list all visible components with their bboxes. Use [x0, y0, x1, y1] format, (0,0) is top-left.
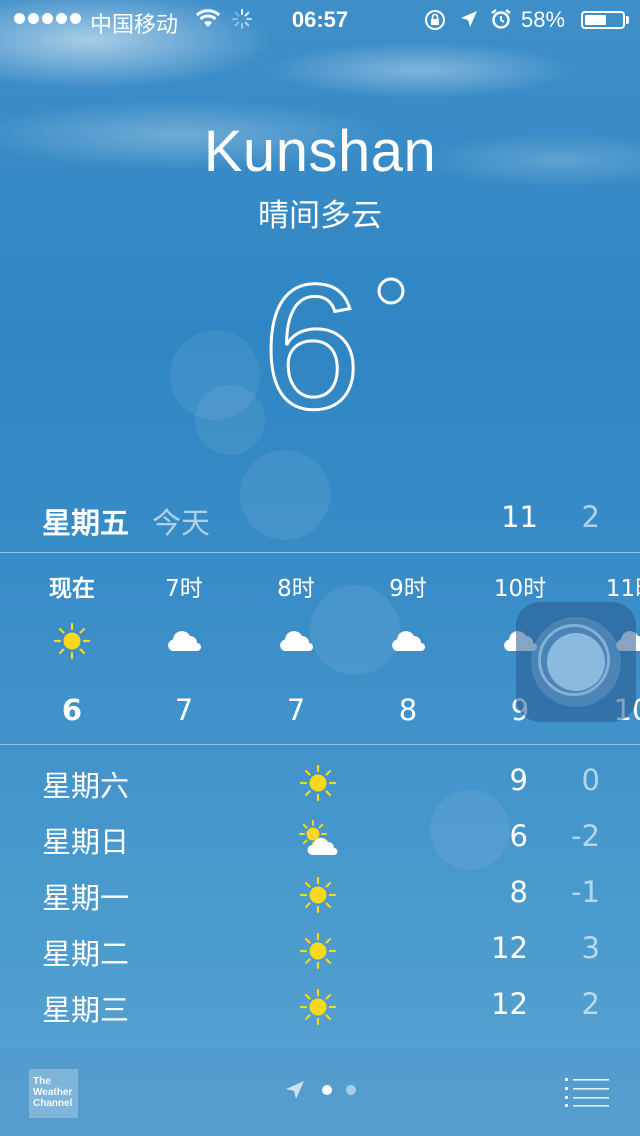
- daily-forecast-row: 星期一 8 -1: [0, 865, 640, 921]
- day-name: 星期三: [42, 993, 130, 1027]
- day-low: -2: [571, 819, 600, 853]
- cloud-icon: [276, 621, 316, 661]
- sun-icon: [298, 763, 342, 803]
- day-low: 2: [581, 987, 600, 1021]
- weather-channel-logo-text: The Weather Channel: [33, 1076, 73, 1109]
- hourly-item: 8时 7: [246, 553, 346, 743]
- hourly-time-label: 9时: [389, 576, 427, 602]
- day-low: -1: [571, 875, 600, 909]
- day-high: 9: [509, 763, 528, 797]
- page-indicator-dot[interactable]: [346, 1085, 356, 1095]
- day-high: 12: [491, 987, 528, 1021]
- hourly-time-label: 10时: [493, 576, 547, 602]
- sun-icon: [298, 931, 342, 971]
- hourly-time-label: 11时: [605, 576, 640, 602]
- hourly-temperature: 6: [61, 693, 83, 727]
- weather-screen: 中国移动 06:57 58% Kunshan 晴间多云 6 星期五 今天 11 …: [0, 0, 640, 1136]
- today-low: 2: [581, 500, 600, 534]
- day-low: 3: [581, 931, 600, 965]
- weather-channel-logo[interactable]: The Weather Channel: [29, 1069, 78, 1118]
- battery-icon: [581, 11, 625, 29]
- svg-text:6: 6: [262, 248, 361, 438]
- page-indicator-dot-active[interactable]: [322, 1085, 332, 1095]
- day-name: 星期六: [42, 769, 130, 803]
- daily-forecast-list[interactable]: 星期六 9 0 星期日 6 -2 星期一 8 -1 星期二 12 3 星期三 12 2: [0, 753, 640, 1033]
- current-temperature-glyph: 6: [261, 248, 405, 438]
- day-name: 星期二: [42, 937, 130, 971]
- day-name: 星期一: [42, 881, 130, 915]
- location-arrow-icon: [286, 1081, 304, 1099]
- orientation-lock-icon: [425, 10, 445, 30]
- sun-icon: [298, 875, 342, 915]
- location-arrow-icon: [461, 11, 477, 27]
- battery-percent: 58%: [521, 7, 566, 32]
- sun-icon: [298, 987, 342, 1027]
- today-high: 11: [501, 500, 538, 534]
- hourly-temperature: 7: [174, 693, 194, 727]
- hourly-temperature: 8: [398, 693, 418, 727]
- status-bar: 中国移动 06:57 58%: [0, 0, 640, 40]
- hourly-time-label: 8时: [277, 576, 315, 602]
- sun-icon: [52, 621, 92, 661]
- assistive-touch-core: [547, 633, 605, 691]
- daily-forecast-row: 星期六 9 0: [0, 753, 640, 809]
- today-day-name: 星期五: [42, 506, 130, 540]
- battery-level-fill: [585, 15, 606, 25]
- assistive-touch-button[interactable]: [516, 602, 636, 722]
- partly-cloudy-icon: [298, 819, 342, 859]
- city-name: Kunshan: [203, 119, 437, 184]
- city-list-icon[interactable]: [565, 1077, 609, 1107]
- day-high: 12: [491, 931, 528, 965]
- day-name: 星期日: [42, 825, 130, 859]
- footer-bar: The Weather Channel: [0, 1049, 640, 1136]
- hourly-temperature: 7: [286, 693, 306, 727]
- daily-forecast-row: 星期二 12 3: [0, 921, 640, 977]
- today-label: 今天: [152, 506, 211, 540]
- day-high: 6: [509, 819, 528, 853]
- daily-forecast-row: 星期三 12 2: [0, 977, 640, 1033]
- alarm-icon: [491, 9, 511, 29]
- battery-tip: [626, 16, 629, 24]
- current-temperature: 6° 6: [0, 248, 640, 438]
- day-low: 0: [581, 763, 600, 797]
- hourly-item: 9时 8: [358, 553, 458, 743]
- hourly-time-label: 现在: [49, 576, 95, 602]
- daily-forecast-row: 星期日 6 -2: [0, 809, 640, 865]
- hourly-item: 现在 6: [22, 553, 122, 743]
- day-high: 8: [509, 875, 528, 909]
- hourly-time-label: 7时: [165, 576, 203, 602]
- divider-bottom: [0, 744, 640, 745]
- today-summary: 星期五 今天 11 2: [0, 490, 640, 550]
- weather-condition: 晴间多云: [258, 198, 382, 234]
- cloud-icon: [164, 621, 204, 661]
- hourly-item: 7时 7: [134, 553, 234, 743]
- cloud-icon: [388, 621, 428, 661]
